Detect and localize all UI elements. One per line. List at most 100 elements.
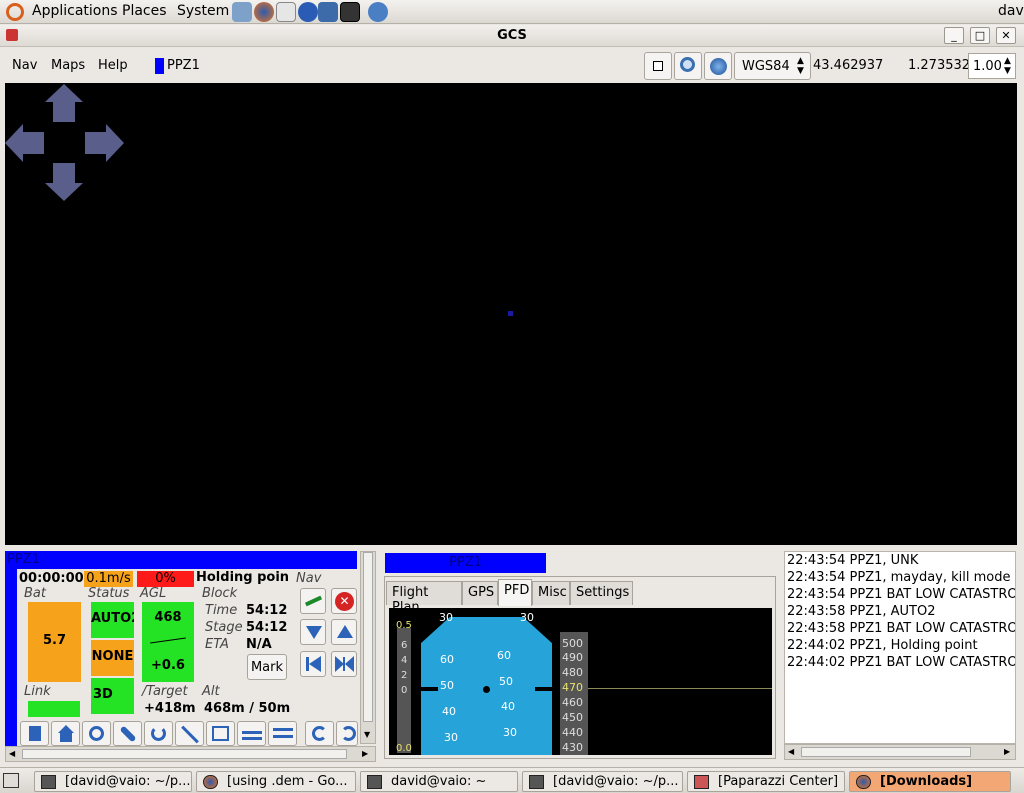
help-icon[interactable] bbox=[298, 2, 318, 22]
pan-up-stem bbox=[53, 101, 75, 122]
window-titlebar[interactable]: GCS _ □ ✕ bbox=[0, 25, 1024, 47]
line-tool-icon[interactable] bbox=[175, 721, 204, 746]
longitude-readout: 1.273532 bbox=[908, 58, 971, 73]
distribute-tool-icon[interactable] bbox=[268, 721, 297, 746]
target-label: /Target bbox=[142, 684, 188, 699]
terminal-icon[interactable] bbox=[340, 2, 360, 22]
rotate-back-tool-icon[interactable] bbox=[336, 721, 358, 746]
zoom-spin-icon[interactable]: ▲ ▼ bbox=[1004, 56, 1011, 76]
user-name[interactable]: davi bbox=[998, 3, 1024, 19]
bank-mark-left: 30 bbox=[439, 611, 453, 624]
log-line: 22:43:54 PPZ1, UNK bbox=[787, 553, 919, 568]
link-tool-icon[interactable] bbox=[113, 721, 142, 746]
maximize-button[interactable]: □ bbox=[970, 27, 990, 44]
log-horizontal-scrollbar[interactable]: ◀ ▶ bbox=[784, 744, 1016, 760]
system-menu[interactable]: System bbox=[177, 3, 229, 19]
frame-tool-icon[interactable] bbox=[206, 721, 235, 746]
menu-nav[interactable]: Nav bbox=[12, 58, 37, 73]
pan-down-stem bbox=[53, 163, 75, 184]
pan-up-icon[interactable] bbox=[45, 84, 83, 102]
up-block-button[interactable] bbox=[331, 619, 357, 645]
applications-menu[interactable]: Applications bbox=[32, 3, 118, 19]
alt-tick-460: 460 bbox=[562, 696, 583, 709]
alt-value: 468m / 50m bbox=[204, 701, 291, 716]
log-line: 22:43:54 PPZ1, mayday, kill mode bbox=[787, 570, 1011, 585]
pan-right-icon[interactable] bbox=[106, 124, 124, 162]
stage-label: Stage bbox=[205, 620, 243, 635]
refresh-tool-icon[interactable] bbox=[144, 721, 173, 746]
task-terminal-2[interactable]: david@vaio: ~ bbox=[360, 771, 518, 792]
tab-misc[interactable]: Misc bbox=[532, 581, 570, 605]
agl-gauge: 468 +0.6 bbox=[142, 602, 194, 682]
fit-icon[interactable] bbox=[644, 52, 672, 80]
home-tool-icon[interactable] bbox=[51, 721, 80, 746]
vario-label-bottom: 0.0 bbox=[396, 743, 412, 754]
aircraft-symbol-center bbox=[483, 686, 490, 693]
block-label: Block bbox=[202, 586, 238, 601]
menubar: Nav Maps Help PPZ1 WGS84 ▲ ▼ 43.462937 1.… bbox=[0, 48, 1024, 83]
show-desktop-icon[interactable] bbox=[3, 773, 19, 788]
block-time: 54:12 bbox=[246, 603, 288, 618]
pitch-60-left: 60 bbox=[440, 653, 454, 666]
update-icon[interactable] bbox=[368, 2, 388, 22]
places-menu[interactable]: Places bbox=[122, 3, 167, 19]
globe-icon[interactable] bbox=[704, 52, 732, 80]
ubuntu-logo-icon[interactable] bbox=[6, 3, 24, 21]
aircraft-marker[interactable] bbox=[508, 311, 513, 316]
log-scroll-left-icon[interactable]: ◀ bbox=[788, 747, 794, 756]
takeoff-button[interactable] bbox=[300, 588, 326, 614]
top-panel: Applications Places System davi bbox=[0, 0, 1024, 24]
projection-select[interactable]: WGS84 ▲ ▼ bbox=[734, 52, 811, 80]
tab-flight-plan[interactable]: Flight Plan bbox=[386, 581, 462, 615]
alt-tick-490: 490 bbox=[562, 651, 583, 664]
down-block-button[interactable] bbox=[300, 619, 326, 645]
rotate-tool-icon[interactable] bbox=[305, 721, 334, 746]
scroll-down-icon[interactable]: ▼ bbox=[364, 730, 370, 739]
mark-button[interactable]: Mark bbox=[247, 654, 287, 680]
mail-icon[interactable] bbox=[276, 2, 296, 22]
bat-label: Bat bbox=[24, 586, 46, 601]
monitor-icon[interactable] bbox=[318, 2, 338, 22]
strip-horizontal-scrollbar[interactable]: ◀ ▶ bbox=[5, 746, 376, 762]
task-browser[interactable]: [using .dem - Go... bbox=[196, 771, 356, 792]
menu-maps[interactable]: Maps bbox=[51, 58, 85, 73]
pfd-display: 0.5 6 4 2 0 0.0 30 30 60 60 50 50 40 40 … bbox=[389, 608, 772, 755]
map-canvas[interactable] bbox=[5, 83, 1017, 545]
next-stage-button[interactable] bbox=[331, 651, 357, 677]
vario-label-top: 0.5 bbox=[396, 620, 412, 631]
scroll-left-icon[interactable]: ◀ bbox=[9, 749, 15, 758]
task-paparazzi-center[interactable]: [Paparazzi Center] bbox=[687, 771, 845, 792]
task-terminal-1[interactable]: [david@vaio: ~/p... bbox=[34, 771, 192, 792]
align-tool-icon[interactable] bbox=[237, 721, 266, 746]
agl-value: 468 bbox=[154, 610, 182, 625]
vario-tick-2: 2 bbox=[401, 670, 408, 681]
pfd-aircraft-header: PPZ1 bbox=[385, 553, 546, 573]
pan-left-stem bbox=[23, 132, 44, 154]
menu-help[interactable]: Help bbox=[98, 58, 128, 73]
strip-vertical-scrollbar[interactable]: ▼ bbox=[360, 551, 376, 744]
zoom-spinbox[interactable]: 1.00 ▲ ▼ bbox=[968, 53, 1016, 79]
tab-gps[interactable]: GPS bbox=[462, 581, 498, 605]
aircraft-name[interactable]: PPZ1 bbox=[167, 58, 200, 73]
pan-down-icon[interactable] bbox=[45, 183, 83, 201]
message-log[interactable]: 22:43:54 PPZ1, UNK 22:43:54 PPZ1, mayday… bbox=[784, 551, 1016, 744]
target-value: +418m bbox=[144, 701, 196, 716]
firefox-icon[interactable] bbox=[254, 2, 274, 22]
scroll-right-icon[interactable]: ▶ bbox=[362, 749, 368, 758]
task-downloads[interactable]: [Downloads] bbox=[849, 771, 1011, 792]
task-terminal-3[interactable]: [david@vaio: ~/p... bbox=[522, 771, 683, 792]
log-scroll-right-icon[interactable]: ▶ bbox=[1004, 747, 1010, 756]
aircraft-symbol-right bbox=[535, 687, 552, 691]
kill-button[interactable]: ✕ bbox=[331, 588, 357, 614]
zoom-icon[interactable] bbox=[674, 52, 702, 80]
minimize-button[interactable]: _ bbox=[944, 27, 964, 44]
tab-settings[interactable]: Settings bbox=[570, 581, 633, 605]
zoom-value: 1.00 bbox=[973, 59, 1002, 74]
network-icon[interactable] bbox=[232, 2, 252, 22]
close-button[interactable]: ✕ bbox=[996, 27, 1016, 44]
tab-pfd[interactable]: PFD bbox=[498, 579, 532, 606]
pan-left-icon[interactable] bbox=[5, 124, 23, 162]
circle-tool-icon[interactable] bbox=[82, 721, 111, 746]
launch-tool-icon[interactable] bbox=[20, 721, 49, 746]
prev-stage-button[interactable] bbox=[300, 651, 326, 677]
